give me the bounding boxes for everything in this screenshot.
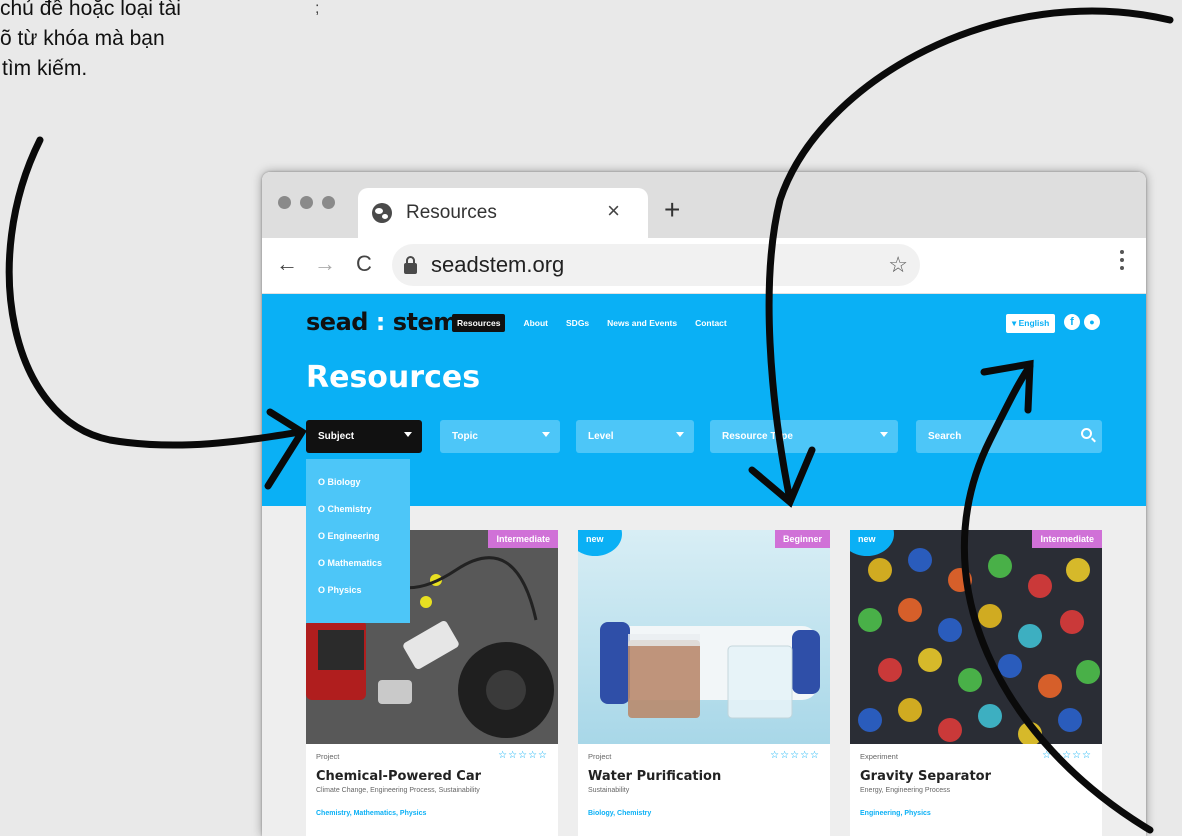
search-placeholder: Search xyxy=(928,431,962,442)
card-subjects[interactable]: Biology, Chemistry xyxy=(588,810,820,817)
browser-menu-icon[interactable] xyxy=(1120,250,1124,270)
card-tags: Climate Change, Engineering Process, Sus… xyxy=(316,787,480,794)
level-filter[interactable]: Level xyxy=(576,420,694,453)
browser-tab[interactable]: Resources × xyxy=(358,188,648,238)
stray-mark: ; xyxy=(315,0,320,17)
chevron-down-icon xyxy=(542,432,550,437)
window-controls[interactable] xyxy=(278,196,335,209)
close-tab-icon[interactable]: × xyxy=(607,200,620,222)
globe-icon xyxy=(372,203,392,223)
site-header: sead : stem Resources About SDGs News an… xyxy=(262,294,1146,623)
chevron-down-icon xyxy=(404,432,412,437)
resource-card[interactable]: new Intermediate Experiment ☆☆☆☆☆ Gravit… xyxy=(850,530,1102,836)
subject-filter[interactable]: Subject xyxy=(306,420,422,453)
minimize-window-dot[interactable] xyxy=(300,196,313,209)
card-subjects[interactable]: Chemistry, Mathematics, Physics xyxy=(316,810,548,817)
page-title: Resources xyxy=(306,360,481,395)
back-button[interactable]: ← xyxy=(276,252,298,276)
instruction-line: chủ đề hoặc loại tài xyxy=(0,0,181,20)
subject-option-chemistry[interactable]: O Chemistry xyxy=(306,496,410,523)
subject-filter-label: Subject xyxy=(318,431,355,442)
instruction-text: chủ đề hoặc loại tài õ từ khóa mà bạn tì… xyxy=(0,0,181,84)
rating-stars-icon[interactable]: ☆☆☆☆☆ xyxy=(498,750,548,761)
resource-type-filter-label: Resource Type xyxy=(722,431,793,442)
topic-filter[interactable]: Topic xyxy=(440,420,560,453)
arrow-to-subject-filter xyxy=(5,136,304,449)
forward-button[interactable]: → xyxy=(314,252,336,276)
subject-option-physics[interactable]: O Physics xyxy=(306,577,410,604)
card-image-water-filter: new Beginner xyxy=(578,530,830,744)
nav-about[interactable]: About xyxy=(523,318,548,328)
reload-button[interactable]: C xyxy=(356,252,372,276)
facebook-icon[interactable]: f xyxy=(1064,314,1080,330)
url-text[interactable]: seadstem.org xyxy=(431,252,564,278)
lock-icon xyxy=(404,255,417,274)
card-tags: Energy, Engineering Process xyxy=(860,787,951,794)
rating-stars-icon[interactable]: ☆☆☆☆☆ xyxy=(770,750,820,761)
close-window-dot[interactable] xyxy=(278,196,291,209)
card-body: Project ☆☆☆☆☆ Water Purification Sustain… xyxy=(588,750,820,817)
level-filter-label: Level xyxy=(588,431,614,442)
search-icon[interactable] xyxy=(1081,428,1092,439)
subject-dropdown: O Biology O Chemistry O Engineering O Ma… xyxy=(306,459,410,623)
account-icon[interactable]: ● xyxy=(1084,314,1100,330)
instruction-line: õ từ khóa mà bạn xyxy=(0,27,165,50)
nav-contact[interactable]: Contact xyxy=(695,318,727,328)
chevron-down-icon xyxy=(676,432,684,437)
main-nav: Resources About SDGs News and Events Con… xyxy=(452,314,727,332)
logo-colon: : xyxy=(375,308,386,336)
level-badge: Beginner xyxy=(774,530,830,548)
bookmark-star-icon[interactable]: ☆ xyxy=(888,252,908,278)
level-badge: Intermediate xyxy=(488,530,558,548)
resource-type-filter[interactable]: Resource Type xyxy=(710,420,898,453)
subject-option-biology[interactable]: O Biology xyxy=(306,469,410,496)
subject-option-engineering[interactable]: O Engineering xyxy=(306,523,410,550)
address-bar[interactable]: seadstem.org ☆ xyxy=(392,244,920,286)
nav-news-events[interactable]: News and Events xyxy=(607,318,677,328)
new-tab-button[interactable]: + xyxy=(664,196,680,224)
address-bar-row: ← → C seadstem.org ☆ xyxy=(262,238,1146,294)
topic-filter-label: Topic xyxy=(452,431,478,442)
card-tags: Sustainability xyxy=(588,787,630,794)
browser-window: Resources × + ← → C seadstem.org ☆ sead … xyxy=(262,172,1146,836)
card-title[interactable]: Water Purification xyxy=(588,769,820,784)
language-select[interactable]: ▾ English xyxy=(1006,314,1056,333)
search-input[interactable]: Search xyxy=(916,420,1102,453)
tab-title: Resources xyxy=(406,202,497,223)
rating-stars-icon[interactable]: ☆☆☆☆☆ xyxy=(1042,750,1092,761)
nav-sdgs[interactable]: SDGs xyxy=(566,318,589,328)
resource-cards: Intermediate Project ☆☆☆☆☆ Chemical-Powe… xyxy=(306,530,1102,836)
instruction-line: tìm kiếm. xyxy=(2,57,88,80)
card-subjects[interactable]: Engineering, Physics xyxy=(860,810,1092,817)
level-badge: Intermediate xyxy=(1032,530,1102,548)
card-body: Experiment ☆☆☆☆☆ Gravity Separator Energ… xyxy=(860,750,1092,817)
resource-card[interactable]: new Beginner Project ☆☆☆☆☆ Water Purific… xyxy=(578,530,830,836)
logo-stem: stem xyxy=(392,308,459,336)
card-title[interactable]: Gravity Separator xyxy=(860,769,1092,784)
site-logo[interactable]: sead : stem xyxy=(306,308,458,336)
card-body: Project ☆☆☆☆☆ Chemical-Powered Car Clima… xyxy=(316,750,548,817)
chevron-down-icon xyxy=(880,432,888,437)
card-title[interactable]: Chemical-Powered Car xyxy=(316,769,548,784)
maximize-window-dot[interactable] xyxy=(322,196,335,209)
nav-resources[interactable]: Resources xyxy=(452,314,506,332)
subject-option-mathematics[interactable]: O Mathematics xyxy=(306,550,410,577)
logo-sead: sead xyxy=(306,308,368,336)
tab-bar: Resources × + xyxy=(262,172,1146,238)
card-image-marbles: new Intermediate xyxy=(850,530,1102,744)
website: sead : stem Resources About SDGs News an… xyxy=(262,294,1146,836)
